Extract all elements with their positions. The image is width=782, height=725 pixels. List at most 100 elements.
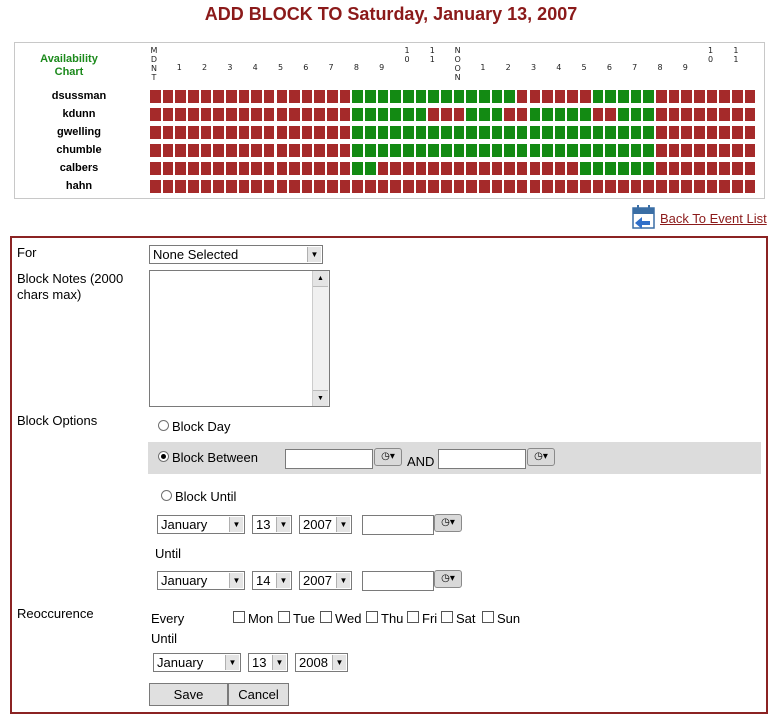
busy-slot [692, 143, 706, 158]
start-day-select[interactable]: 13 ▼ [252, 515, 292, 534]
free-slot [579, 107, 592, 122]
busy-slot [667, 89, 681, 104]
free-slot [591, 143, 605, 158]
for-select[interactable]: None Selected ▼ [149, 245, 323, 264]
calendar-back-icon[interactable] [630, 204, 658, 232]
free-slot [427, 143, 440, 158]
between-start-time-input[interactable] [285, 449, 373, 469]
busy-slot [528, 89, 542, 104]
busy-slot [730, 89, 744, 104]
busy-slot [528, 179, 542, 194]
end-day-select[interactable]: 14 ▼ [252, 571, 292, 590]
hour-label: 10 [404, 46, 410, 64]
busy-slot [439, 161, 453, 176]
block-day-label: Block Day [172, 419, 231, 434]
recurrence-year-select[interactable]: 2008 ▼ [295, 653, 348, 672]
reoccurence-label: Reoccurence [17, 606, 94, 621]
free-slot [452, 125, 466, 140]
busy-slot [376, 161, 390, 176]
busy-slot [212, 179, 225, 194]
checkbox-tue[interactable] [278, 611, 290, 623]
hour-label: 11 [429, 46, 435, 64]
end-year-select[interactable]: 2007 ▼ [299, 571, 352, 590]
weekday-label: Sat [456, 611, 476, 626]
busy-slot [161, 125, 175, 140]
clock-icon[interactable]: ◷▾ [434, 514, 462, 532]
chevron-down-icon: ▼ [272, 655, 286, 670]
recurrence-day-select[interactable]: 13 ▼ [248, 653, 288, 672]
busy-slot [199, 89, 213, 104]
back-to-event-list-link[interactable]: Back To Event List [660, 211, 767, 226]
busy-slot [224, 125, 238, 140]
busy-slot [338, 107, 352, 122]
free-slot [553, 107, 567, 122]
end-day-value: 14 [256, 573, 271, 588]
checkbox-mon[interactable] [233, 611, 245, 623]
end-month-select[interactable]: January ▼ [157, 571, 245, 590]
start-month-select[interactable]: January ▼ [157, 515, 245, 534]
start-year-select[interactable]: 2007 ▼ [299, 515, 352, 534]
scroll-down-icon[interactable]: ▼ [313, 390, 328, 406]
busy-slot [237, 143, 251, 158]
notes-scrollbar[interactable]: ▲ ▼ [312, 271, 329, 406]
checkbox-wed[interactable] [320, 611, 332, 623]
scroll-up-icon[interactable]: ▲ [313, 271, 328, 287]
block-day-radio[interactable] [158, 420, 169, 431]
chart-user-label: dsussman [51, 90, 107, 102]
busy-slot [680, 179, 693, 194]
busy-slot [680, 161, 693, 176]
for-label: For [17, 245, 37, 260]
free-slot [617, 89, 630, 104]
busy-slot [237, 161, 251, 176]
hour-label: 8 [353, 63, 359, 72]
clock-icon[interactable]: ◷▾ [527, 448, 555, 466]
clock-icon[interactable]: ◷▾ [374, 448, 402, 466]
busy-slot [224, 161, 238, 176]
until-start-time-input[interactable] [362, 515, 434, 535]
free-slot [376, 125, 390, 140]
recurrence-month-select[interactable]: January ▼ [153, 653, 241, 672]
busy-slot [427, 161, 440, 176]
busy-slot [149, 179, 162, 194]
busy-slot [262, 107, 276, 122]
hour-label: 6 [606, 63, 612, 72]
cancel-button[interactable]: Cancel [228, 683, 289, 706]
free-slot [642, 143, 655, 158]
chevron-down-icon: ▼ [276, 573, 290, 588]
start-month-value: January [161, 517, 208, 532]
free-slot [414, 107, 428, 122]
busy-slot [212, 125, 225, 140]
save-button[interactable]: Save [149, 683, 228, 706]
busy-slot [743, 179, 757, 194]
busy-slot [414, 161, 428, 176]
hour-label: 1 [480, 63, 486, 72]
every-label: Every [151, 611, 185, 626]
busy-slot [680, 125, 693, 140]
between-end-time-input[interactable] [438, 449, 526, 469]
clock-icon[interactable]: ◷▾ [434, 570, 462, 588]
busy-slot [288, 179, 301, 194]
busy-slot [174, 143, 187, 158]
busy-slot [262, 179, 276, 194]
checkbox-fri[interactable] [407, 611, 419, 623]
free-slot [579, 161, 592, 176]
busy-slot [465, 179, 478, 194]
block-between-radio[interactable] [158, 451, 169, 462]
busy-slot [515, 161, 529, 176]
weekday-label: Mon [248, 611, 274, 626]
checkbox-thu[interactable] [366, 611, 378, 623]
hour-label: 11 [733, 46, 739, 64]
busy-slot [250, 107, 263, 122]
checkbox-sun[interactable] [482, 611, 494, 623]
until-end-time-input[interactable] [362, 571, 434, 591]
free-slot [591, 125, 605, 140]
busy-slot [275, 125, 289, 140]
block-notes-textarea[interactable]: ▲ ▼ [149, 270, 330, 407]
checkbox-sat[interactable] [441, 611, 453, 623]
chart-user-label: chumble [56, 144, 102, 156]
hour-label: 6 [303, 63, 309, 72]
busy-slot [212, 143, 225, 158]
block-until-radio[interactable] [161, 490, 172, 501]
free-slot [389, 125, 402, 140]
busy-slot [186, 179, 200, 194]
